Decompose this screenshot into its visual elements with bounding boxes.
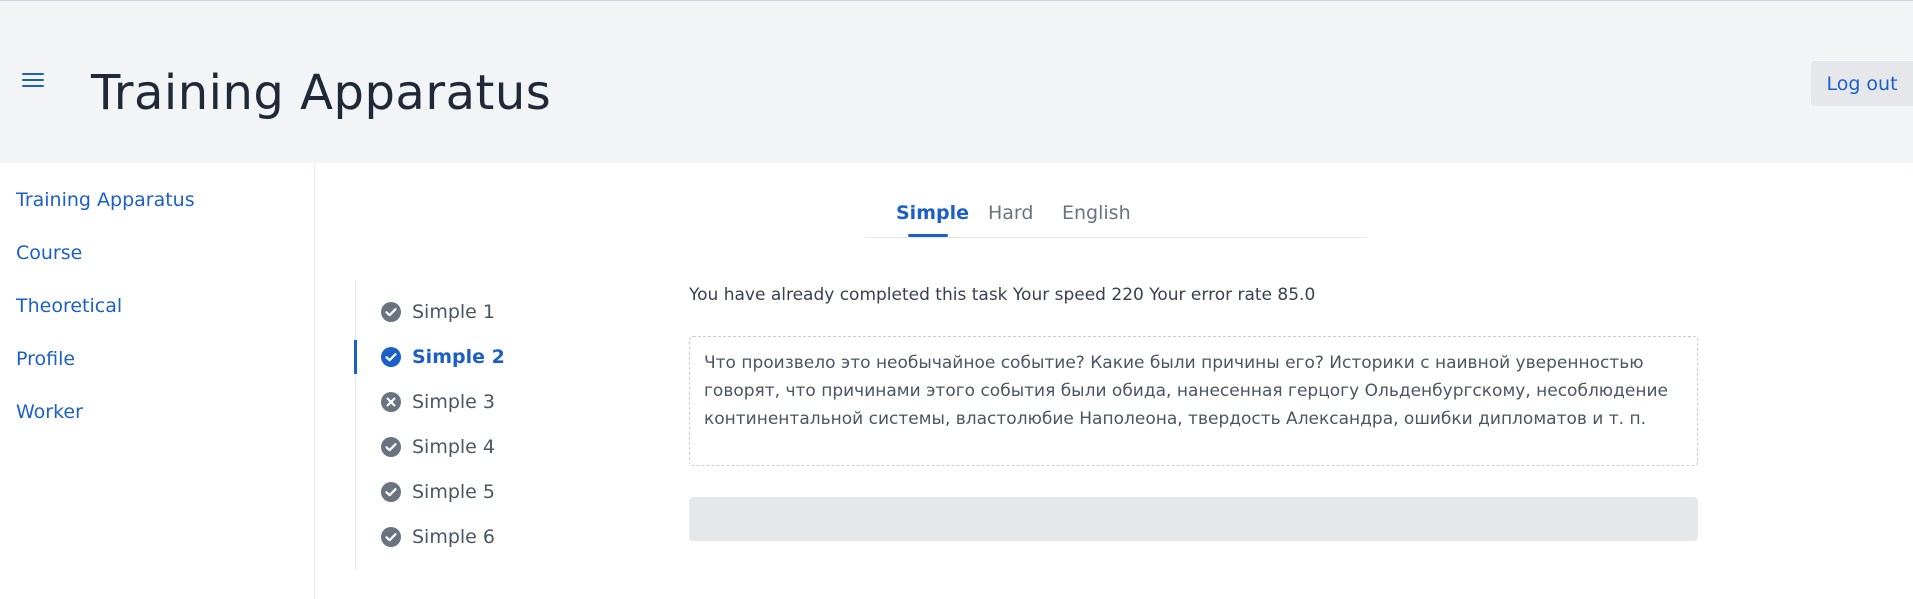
- task-label: Simple 2: [412, 346, 505, 368]
- task-item-simple-1[interactable]: Simple 1: [381, 297, 495, 327]
- sidebar-item-profile[interactable]: Profile: [16, 348, 75, 370]
- tab-english[interactable]: English: [1062, 202, 1131, 224]
- logout-button[interactable]: Log out: [1811, 61, 1913, 106]
- task-list: Simple 1 Simple 2 Simple 3 Simple 4 Simp…: [354, 280, 555, 570]
- active-task-indicator: [354, 340, 357, 374]
- task-item-simple-5[interactable]: Simple 5: [381, 477, 495, 507]
- typing-input[interactable]: [689, 497, 1698, 541]
- task-label: Simple 3: [412, 391, 496, 413]
- sidebar-item-theoretical[interactable]: Theoretical: [16, 295, 122, 317]
- sidebar-item-course[interactable]: Course: [16, 242, 82, 264]
- task-label: Simple 5: [412, 481, 496, 503]
- check-circle-icon: [381, 482, 401, 502]
- app-title: Training Apparatus: [91, 65, 552, 121]
- task-label: Simple 1: [412, 301, 496, 323]
- check-circle-icon: [381, 302, 401, 322]
- tab-hard[interactable]: Hard: [988, 202, 1033, 224]
- active-tab-indicator: [908, 234, 948, 237]
- difficulty-tabs: Simple Hard English: [866, 196, 1366, 238]
- task-status-text: You have already completed this task You…: [689, 285, 1316, 305]
- task-label: Simple 6: [412, 526, 496, 548]
- task-label: Simple 4: [412, 436, 496, 458]
- check-circle-icon: [381, 347, 401, 367]
- sidebar: Training Apparatus Course Theoretical Pr…: [0, 163, 315, 599]
- exercise-text: Что произвело это необычайное событие? К…: [689, 336, 1698, 466]
- hamburger-menu-icon[interactable]: [22, 73, 44, 91]
- task-item-simple-2[interactable]: Simple 2: [381, 342, 505, 372]
- app-header: Training Apparatus Log out: [0, 0, 1913, 163]
- sidebar-item-training-apparatus[interactable]: Training Apparatus: [16, 189, 195, 211]
- task-item-simple-4[interactable]: Simple 4: [381, 432, 495, 462]
- sidebar-item-worker[interactable]: Worker: [16, 401, 83, 423]
- x-circle-icon: [381, 392, 401, 412]
- check-circle-icon: [381, 437, 401, 457]
- tab-simple[interactable]: Simple: [896, 202, 969, 224]
- task-item-simple-3[interactable]: Simple 3: [381, 387, 495, 417]
- task-item-simple-6[interactable]: Simple 6: [381, 522, 495, 552]
- check-circle-icon: [381, 527, 401, 547]
